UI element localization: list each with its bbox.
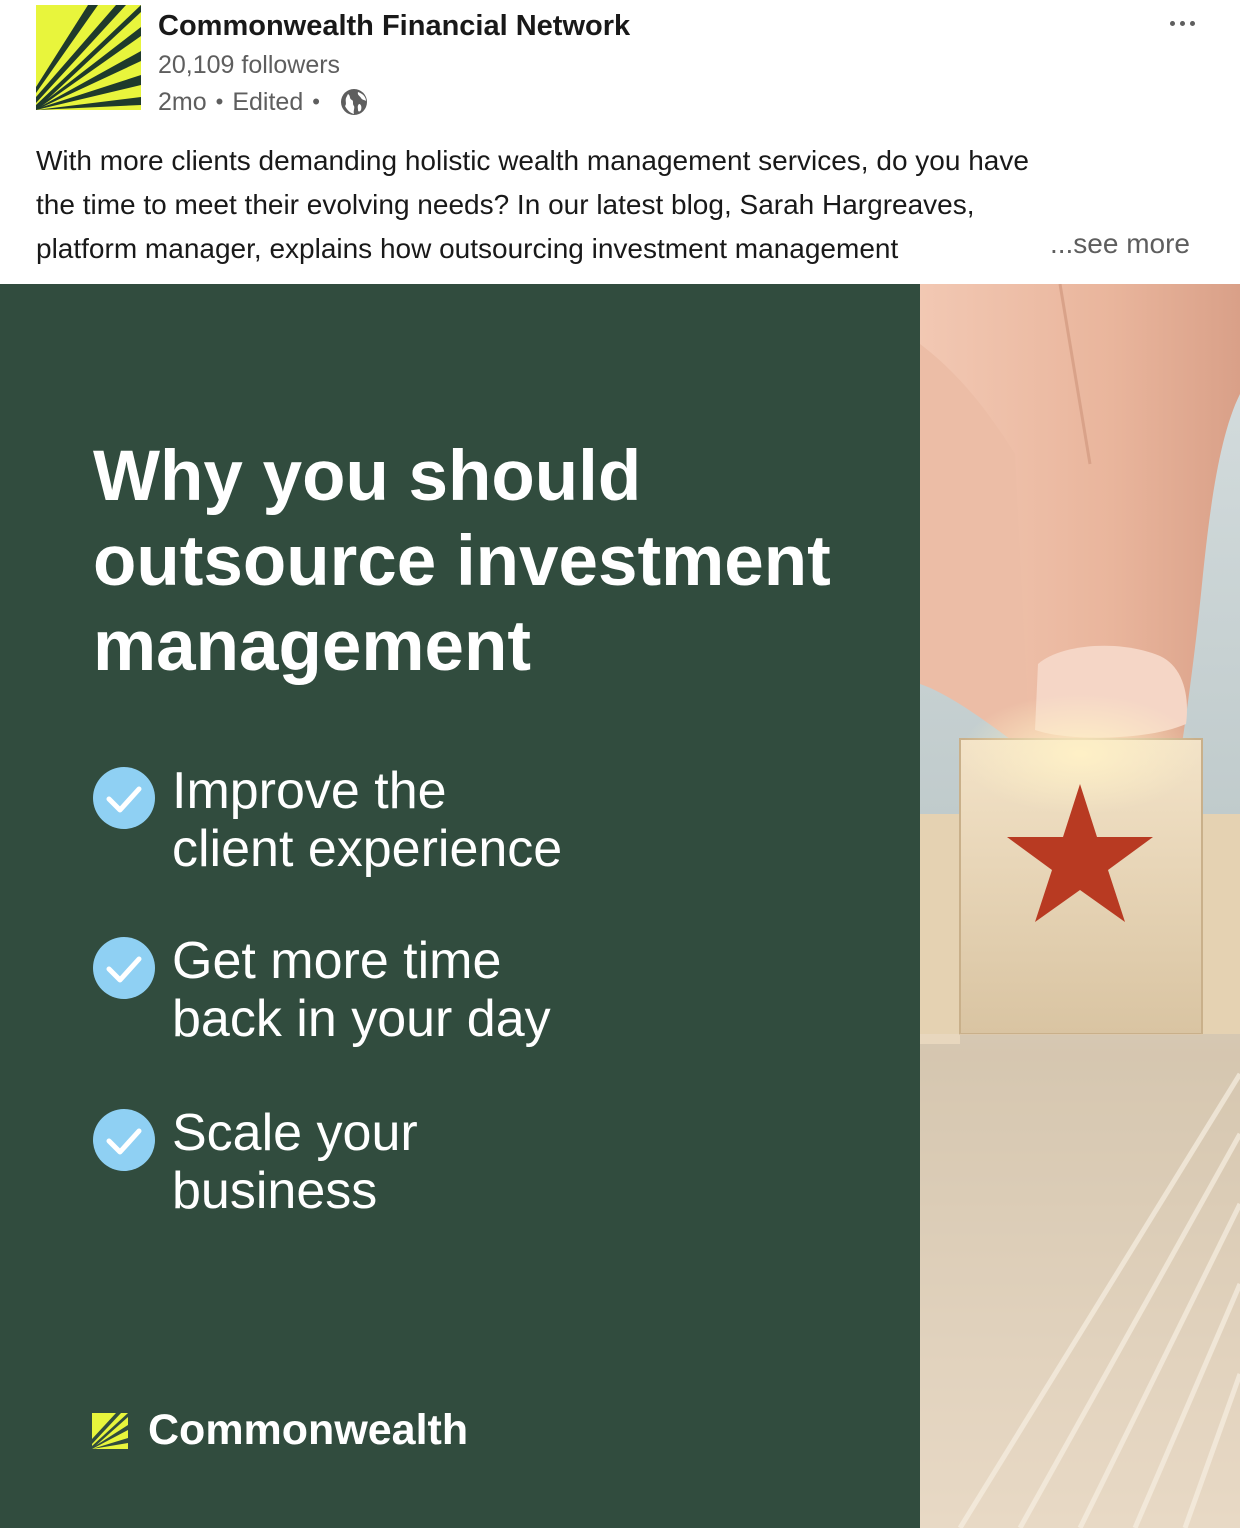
benefit-item: Scale your business: [92, 1104, 418, 1220]
post-text-line: platform manager, explains how outsourci…: [36, 233, 899, 264]
benefit-line: Get more time: [172, 932, 502, 990]
promo-photo: [920, 284, 1240, 1528]
globe-icon: [339, 87, 369, 117]
benefit-line: Improve the: [172, 762, 447, 820]
promo-headline: Why you should outsource investment mana…: [93, 434, 893, 689]
separator-dot: •: [215, 89, 224, 114]
headline-line: outsource investment: [93, 522, 831, 601]
headline-line: management: [93, 607, 531, 686]
post-text-line: the time to meet their evolving needs? I…: [36, 189, 975, 220]
follower-count: 20,109 followers: [158, 51, 341, 79]
checkmark-icon: [92, 766, 156, 830]
benefit-line: business: [172, 1162, 378, 1220]
benefit-item: Get more time back in your day: [92, 932, 551, 1048]
benefit-line: Scale your: [172, 1104, 418, 1162]
post-image[interactable]: Why you should outsource investment mana…: [0, 284, 1240, 1528]
separator-dot: •: [312, 89, 320, 114]
see-more-link[interactable]: ...see more: [1050, 228, 1190, 260]
brand-name: Commonwealth: [148, 1406, 469, 1454]
post-meta: 2mo • Edited •: [158, 86, 369, 118]
post-header: Commonwealth Financial Network 20,109 fo…: [0, 0, 1240, 125]
more-options-icon[interactable]: [1162, 8, 1202, 38]
author-name[interactable]: Commonwealth Financial Network: [158, 10, 630, 43]
benefit-line: back in your day: [172, 990, 551, 1048]
promo-panel: Why you should outsource investment mana…: [0, 284, 920, 1528]
benefit-item: Improve the client experience: [92, 762, 562, 878]
commonwealth-logo-icon: [92, 1412, 128, 1449]
edited-label: Edited: [232, 87, 304, 116]
headline-line: Why you should: [93, 437, 642, 516]
brand-lockup: Commonwealth: [92, 1406, 468, 1455]
company-logo-avatar[interactable]: [36, 5, 141, 110]
post-text: With more clients demanding holistic wea…: [36, 139, 1206, 271]
benefit-line: client experience: [172, 820, 563, 878]
checkmark-icon: [92, 1108, 156, 1172]
post-text-line: With more clients demanding holistic wea…: [36, 145, 1029, 176]
post-age: 2mo: [158, 87, 207, 116]
checkmark-icon: [92, 936, 156, 1000]
